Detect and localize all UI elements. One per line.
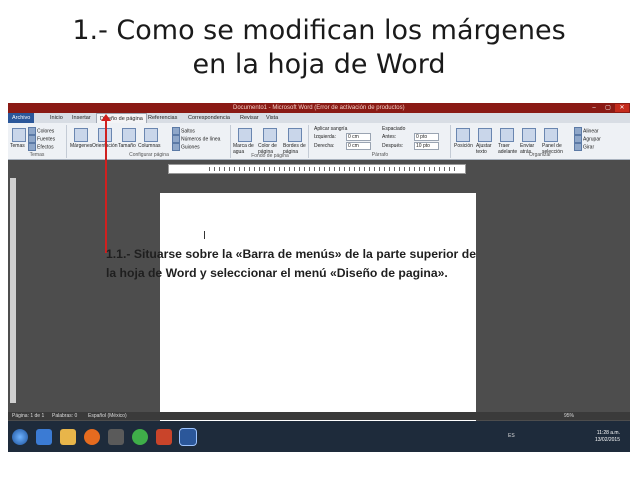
- maximize-button[interactable]: ▢: [602, 104, 614, 112]
- tamano-button[interactable]: Tamaño: [118, 143, 136, 149]
- ribbon: Temas Colores Fuentes Efectos Temas Márg…: [8, 123, 630, 160]
- group-fondo-de-pagina: Marca de agua Color de página Bordes de …: [232, 125, 309, 159]
- clock[interactable]: 11:28 a.m. 13/02/2015: [595, 430, 620, 444]
- instruction-text: 1.1.- Situarse sobre la «Barra de menús»…: [106, 247, 476, 280]
- aplicar-sangria-label: Aplicar sangría: [314, 126, 348, 132]
- panel-seleccion-icon: [544, 128, 558, 142]
- sangria-izquierda-input[interactable]: 0 cm: [346, 133, 371, 141]
- annotation-arrow: [105, 118, 107, 253]
- input-language[interactable]: ES: [508, 433, 515, 439]
- taskbar: ES 11:28 a.m. 13/02/2015: [8, 421, 630, 452]
- fuentes-button[interactable]: Fuentes: [28, 135, 55, 143]
- saltos-icon: [172, 127, 180, 135]
- slide-title-line2: en la hoja de Word: [192, 49, 446, 80]
- horizontal-ruler[interactable]: [168, 164, 466, 174]
- group-configurar-pagina: Márgenes Orientación Tamaño Columnas Sal…: [68, 125, 231, 158]
- close-button[interactable]: ✕: [615, 104, 629, 112]
- saltos-button[interactable]: Saltos: [172, 127, 195, 135]
- group-label-fondo-de-pagina: Fondo de página: [251, 153, 289, 159]
- sangria-izquierda-label: Izquierda:: [314, 134, 336, 140]
- group-parrafo: Aplicar sangría Izquierda: 0 cm Derecha:…: [310, 125, 451, 158]
- status-page[interactable]: Página: 1 de 1: [12, 412, 44, 420]
- margenes-icon: [74, 128, 88, 142]
- fuentes-icon: [28, 135, 36, 143]
- agrupar-icon: [574, 135, 582, 143]
- status-words[interactable]: Palabras: 0: [52, 412, 77, 420]
- tamano-icon: [122, 128, 136, 142]
- minimize-button[interactable]: –: [588, 104, 600, 112]
- bordes-de-pagina-icon: [288, 128, 302, 142]
- sangria-derecha-input[interactable]: 0 cm: [346, 142, 371, 150]
- posicion-button[interactable]: Posición: [454, 143, 473, 149]
- title-bar: Documento1 - Microsoft Word (Error de ac…: [8, 103, 630, 113]
- zoom-level[interactable]: 95%: [564, 412, 574, 420]
- ajustar-texto-icon: [478, 128, 492, 142]
- numeros-linea-button[interactable]: Números de línea: [172, 135, 220, 143]
- tab-referencias[interactable]: Referencias: [148, 113, 177, 123]
- group-label-configurar-pagina: Configurar página: [129, 152, 169, 158]
- guiones-icon: [172, 143, 180, 151]
- numeros-linea-icon: [172, 135, 180, 143]
- vertical-ruler[interactable]: [10, 178, 16, 403]
- girar-icon: [574, 143, 582, 151]
- alinear-button[interactable]: Alinear: [574, 127, 599, 135]
- margenes-button[interactable]: Márgenes: [70, 143, 92, 149]
- tab-revisar[interactable]: Revisar: [240, 113, 259, 123]
- internet-explorer-icon[interactable]: [36, 429, 52, 445]
- media-player-icon[interactable]: [108, 429, 124, 445]
- guiones-button[interactable]: Guiones: [172, 143, 200, 151]
- window-title: Documento1 - Microsoft Word (Error de ac…: [233, 105, 405, 111]
- group-temas: Temas Colores Fuentes Efectos Temas: [8, 125, 67, 158]
- tab-correspondencia[interactable]: Correspondencia: [188, 113, 230, 123]
- group-label-parrafo: Párrafo: [371, 152, 389, 158]
- firefox-icon[interactable]: [84, 429, 100, 445]
- alinear-icon: [574, 127, 582, 135]
- marca-de-agua-icon: [238, 128, 252, 142]
- status-bar: Página: 1 de 1 Palabras: 0 Español (Méxi…: [8, 412, 630, 420]
- slide-title-line1: 1.- Como se modifican los márgenes: [72, 15, 566, 46]
- columnas-icon: [144, 128, 158, 142]
- chrome-icon[interactable]: [132, 429, 148, 445]
- color-de-pagina-icon: [263, 128, 277, 142]
- traer-adelante-icon: [500, 128, 514, 142]
- slide-title: 1.- Como se modifican los márgenes en la…: [0, 14, 638, 82]
- group-label-organizar: Organizar: [529, 152, 551, 158]
- file-explorer-icon[interactable]: [60, 429, 76, 445]
- enviar-atras-icon: [522, 128, 536, 142]
- word-icon[interactable]: [179, 428, 197, 446]
- efectos-icon: [28, 143, 36, 151]
- group-organizar: Posición Ajustar texto Traer adelante En…: [452, 125, 628, 158]
- clock-time: 11:28 a.m.: [596, 430, 620, 436]
- espaciado-antes-input[interactable]: 0 pto: [414, 133, 439, 141]
- group-label-temas: Temas: [29, 152, 45, 158]
- status-language[interactable]: Español (México): [88, 412, 127, 420]
- tab-insertar[interactable]: Insertar: [72, 113, 91, 123]
- annotation-arrowhead: [101, 114, 111, 121]
- clock-date: 13/02/2015: [594, 437, 620, 443]
- tab-vista[interactable]: Vista: [266, 113, 278, 123]
- espaciado-despues-input[interactable]: 10 pto: [414, 142, 439, 150]
- colores-icon: [28, 127, 36, 135]
- agrupar-button[interactable]: Agrupar: [574, 135, 601, 143]
- tab-archivo[interactable]: Archivo: [8, 113, 35, 123]
- despues-label: Después:: [382, 143, 404, 149]
- temas-icon: [12, 128, 26, 142]
- espaciado-label: Espaciado: [382, 126, 406, 132]
- sangria-derecha-label: Derecha:: [314, 143, 335, 149]
- tab-inicio[interactable]: Inicio: [50, 113, 63, 123]
- columnas-button[interactable]: Columnas: [138, 143, 161, 149]
- efectos-button[interactable]: Efectos: [28, 143, 54, 151]
- posicion-icon: [456, 128, 470, 142]
- temas-button[interactable]: Temas: [10, 143, 25, 149]
- ruler-ticks: [209, 167, 455, 171]
- text-cursor: [204, 231, 205, 239]
- powerpoint-icon[interactable]: [156, 429, 172, 445]
- colores-button[interactable]: Colores: [28, 127, 54, 135]
- antes-label: Antes:: [382, 134, 397, 140]
- start-icon[interactable]: [12, 429, 28, 445]
- girar-button[interactable]: Girar: [574, 143, 594, 151]
- document-page[interactable]: [160, 193, 476, 431]
